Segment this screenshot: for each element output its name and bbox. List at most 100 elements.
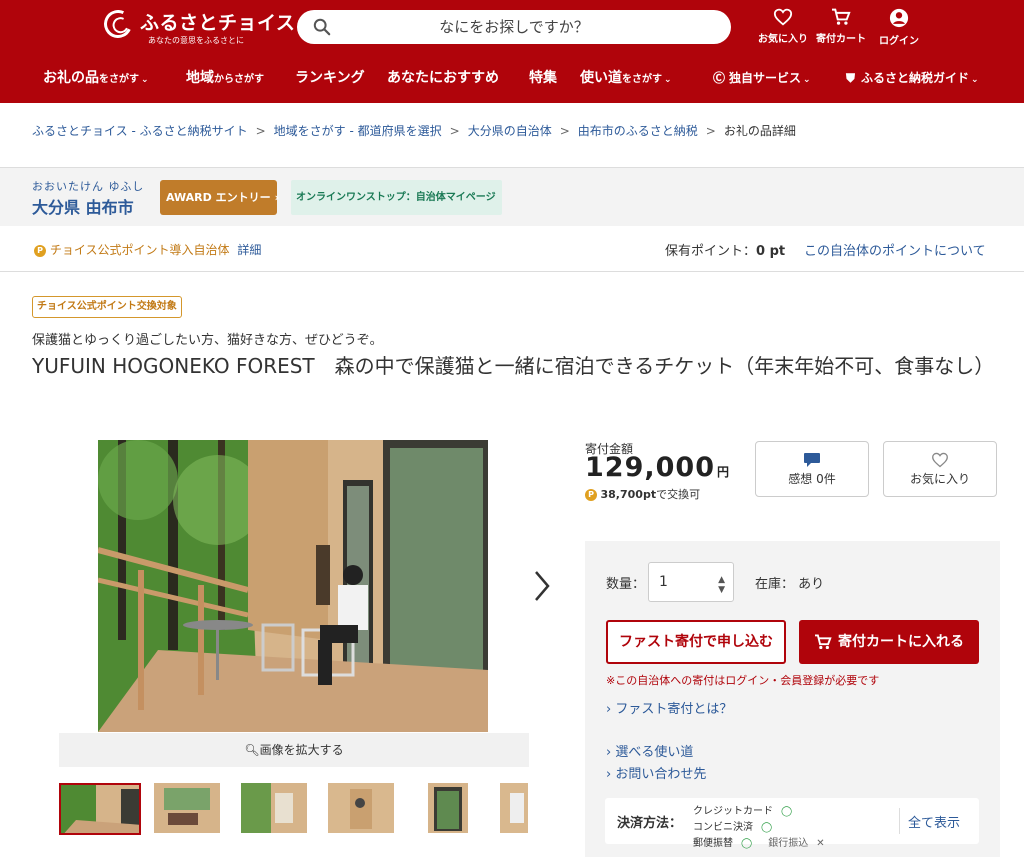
municipality-bar: おおいたけん ゆふし 大分県 由布市 AWARD エントリー › オンラインワンス…	[0, 168, 1024, 226]
official-point-label: チョイス公式ポイント導入自治体	[49, 243, 230, 257]
login-button[interactable]: ログイン	[869, 8, 929, 50]
nav-item-services[interactable]: Ⓒ 独自サービス ⌄	[713, 64, 811, 92]
thumbnail-image[interactable]	[428, 783, 510, 835]
cart-button[interactable]: 寄付カート	[811, 8, 871, 50]
fast-donation-button[interactable]: ファスト寄付で申し込む	[606, 620, 786, 664]
product-main-image[interactable]	[98, 440, 488, 732]
points-exchange-suffix: で交換可	[656, 488, 701, 501]
thumbnail-image[interactable]	[500, 783, 528, 835]
select-arrows-icon: ▲ ▼	[718, 575, 725, 595]
point-coin-icon: P	[585, 489, 597, 501]
next-image-arrow-icon[interactable]	[532, 568, 552, 604]
breadcrumb-link[interactable]: 大分県の自治体	[468, 124, 552, 138]
add-to-cart-label: 寄付カートに入れる	[838, 634, 964, 650]
thumbnail-image[interactable]	[154, 783, 236, 835]
breadcrumb-link[interactable]: 地域をさがす - 都道府県を選択	[274, 124, 442, 138]
show-all-payments-link[interactable]: 全て表示	[908, 812, 960, 831]
point-coin-icon: P	[34, 244, 46, 257]
add-to-cart-button[interactable]: 寄付カートに入れる	[799, 620, 979, 664]
cart-label: 寄付カート	[816, 34, 866, 45]
point-detail-link[interactable]: 詳細	[237, 243, 261, 257]
payment-label: 決済方法：	[617, 816, 683, 831]
breadcrumb-separator: >	[255, 124, 266, 138]
donation-panel: 数量： 1 ▲ ▼ 在庫： あり ファスト寄付で申し込む 寄付カートに入れる ※この…	[585, 541, 1000, 857]
thumbnail-image[interactable]	[59, 783, 141, 835]
owned-points: 保有ポイント：0 pt	[665, 240, 785, 259]
zoom-label: 画像を拡大する	[259, 743, 344, 757]
price-amount: 129,000	[585, 452, 715, 483]
breadcrumb-link[interactable]: 由布市のふるさと納税	[578, 124, 698, 138]
thumbnail-image[interactable]	[241, 783, 323, 835]
search-input[interactable]: なにをお探しですか？	[297, 10, 731, 44]
owned-points-label: 保有ポイント：	[665, 244, 757, 259]
reviews-button[interactable]: 感想 0件	[755, 441, 869, 497]
fast-donation-info-link[interactable]: ファスト寄付とは？	[606, 698, 732, 717]
logo-text: ふるさとチョイス	[140, 12, 296, 34]
login-required-notice: ※この自治体への寄付はログイン・会員登録が必要です	[606, 674, 880, 687]
zoom-image-button[interactable]: 🔍︎画像を拡大する	[59, 733, 529, 767]
award-entry-button[interactable]: AWARD エントリー ›	[160, 180, 280, 215]
nav-label: 独自サービス	[729, 71, 802, 85]
nav-item-guide[interactable]: ⛊ ふるさと納税ガイド ⌄	[846, 64, 979, 92]
speech-bubble-icon	[804, 453, 820, 467]
breadcrumb-current: お礼の品詳細	[723, 124, 796, 138]
chevron-right-icon: ›	[274, 191, 280, 204]
cabin-photo	[98, 440, 488, 732]
chevron-down-icon: ⌄	[664, 75, 672, 85]
nav-item-gifts[interactable]: お礼の品をさがす ⌄	[43, 64, 149, 92]
online-label: オンラインワンストップ：自治体マイページ	[296, 192, 496, 203]
favorites-button[interactable]: お気に入り	[753, 8, 813, 50]
breadcrumb-separator: >	[449, 124, 460, 138]
payment-method: コンビニ決済 ◯	[693, 820, 780, 836]
thumbnail-image[interactable]	[328, 783, 410, 835]
usage-link[interactable]: 選べる使い道	[606, 741, 693, 760]
logo-mark-icon	[100, 6, 136, 42]
nav-item-recommend[interactable]: あなたにおすすめ	[387, 64, 499, 92]
product-title: YUFUIN HOGONEKO FOREST 森の中で保護猫と一緒に宿泊できるチ…	[32, 354, 995, 378]
nav-sub: からさがす	[214, 74, 264, 85]
nav-label: ふるさと納税ガイド	[861, 71, 970, 85]
municipality-name[interactable]: 大分県 由布市	[32, 194, 134, 218]
breadcrumb-separator: >	[559, 124, 570, 138]
contact-link[interactable]: お問い合わせ先	[606, 763, 706, 782]
nav-item-usage[interactable]: 使い道をさがす ⌄	[580, 64, 672, 92]
price-value: 129,000 円	[585, 452, 730, 483]
nav-item-ranking[interactable]: ランキング	[295, 64, 365, 92]
available-icon: ◯	[781, 806, 793, 817]
nav-item-region[interactable]: 地域からさがす	[186, 64, 264, 92]
payment-list: クレジットカード ◯コンビニ決済 ◯ 郵便振替 ◯ 銀行振込 ✕	[693, 804, 893, 852]
nav-item-feature[interactable]: 特集	[529, 64, 557, 92]
breadcrumb-separator: >	[705, 124, 716, 138]
unavailable-icon: ✕	[816, 838, 825, 849]
breadcrumb: ふるさとチョイス - ふるさと納税サイト > 地域をさがす - 都道府県を選択 > 大分…	[32, 122, 796, 140]
favorites-label: お気に入り	[758, 34, 808, 45]
price-unit: 円	[716, 465, 730, 479]
nav-label: ランキング	[295, 70, 365, 86]
divider	[899, 808, 900, 834]
quantity-value: 1	[659, 574, 668, 590]
online-onestop-button[interactable]: オンラインワンストップ：自治体マイページ	[291, 180, 502, 215]
site-logo[interactable]: ふるさとチョイス あなたの意思をふるさとに	[100, 6, 295, 48]
municipality-points-link[interactable]: この自治体のポイントについて	[804, 240, 986, 259]
available-icon: ◯	[761, 822, 773, 833]
main-nav: お礼の品をさがす ⌄ 地域からさがす ランキング あなたにおすすめ 特集 使い道を…	[0, 64, 1024, 92]
site-header: ふるさとチョイス あなたの意思をふるさとに なにをお探しですか？ お気に入り 寄…	[0, 0, 1024, 103]
quantity-select[interactable]: 1 ▲ ▼	[648, 562, 734, 602]
favorite-button[interactable]: お気に入り	[883, 441, 997, 497]
shield-icon: ⛊	[846, 71, 856, 85]
owned-points-value: 0 pt	[756, 244, 786, 259]
breadcrumb-link[interactable]: ふるさとチョイス - ふるさと納税サイト	[32, 124, 248, 138]
heart-icon	[932, 452, 948, 468]
nav-label: 地域	[186, 70, 214, 86]
points-exchange: P 38,700ptで交換可	[585, 486, 700, 502]
reviews-label: 感想 0件	[788, 472, 836, 486]
chevron-down-icon: ⌄	[971, 75, 979, 85]
stock-status: 在庫： あり	[755, 577, 825, 592]
official-point-info: P チョイス公式ポイント導入自治体 詳細	[34, 241, 261, 258]
cart-icon	[832, 8, 851, 25]
login-label: ログイン	[879, 36, 919, 47]
chevron-down-icon: ⌄	[803, 75, 811, 85]
nav-label: お礼の品	[43, 70, 99, 86]
point-exchange-tag: チョイス公式ポイント交換対象	[32, 296, 182, 318]
quantity-label: 数量：	[606, 577, 646, 592]
